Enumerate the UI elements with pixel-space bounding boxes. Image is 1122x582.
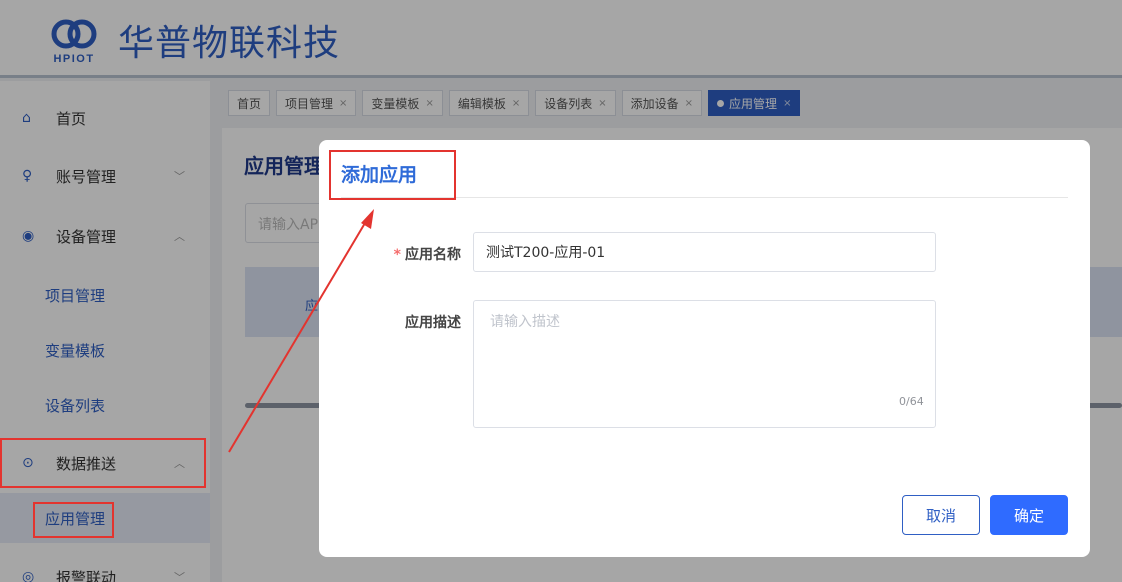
app-name-label: * 应用名称 [361,244,461,264]
confirm-button[interactable]: 确定 [990,495,1068,535]
app-name-input[interactable] [473,232,936,272]
label-text: 应用名称 [405,247,461,263]
app-desc-label: 应用描述 [405,315,461,331]
highlight-data-push [0,438,206,488]
char-counter: 0/64 [899,395,924,408]
highlight-dialog-title [329,150,456,200]
highlight-app-management [33,502,114,538]
required-mark: * [393,247,401,263]
app-desc-textarea[interactable] [473,300,936,428]
add-app-dialog: 添加应用 *应用名称 应用描述 0/64 取消 确定 [319,140,1090,557]
cancel-button[interactable]: 取消 [902,495,980,535]
